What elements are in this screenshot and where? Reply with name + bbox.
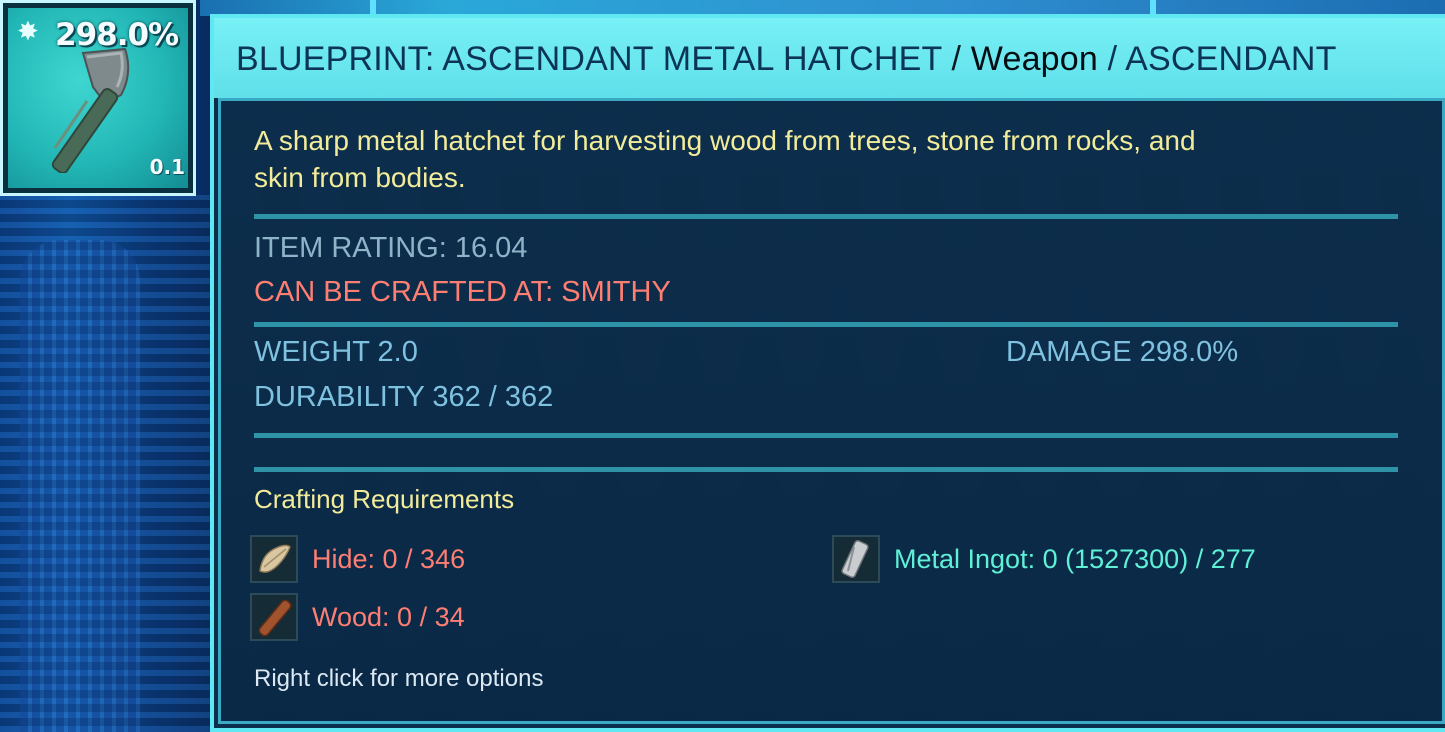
hide-requirement-text: Hide: 0 / 346 <box>312 543 466 574</box>
wood-requirement-text: Wood: 0 / 34 <box>312 601 465 632</box>
right-click-hint: Right click for more options <box>254 665 544 692</box>
item-type: Weapon <box>970 40 1099 78</box>
item-weight: 0.1 <box>149 155 185 179</box>
wood-icon <box>250 593 298 641</box>
metal-ingot-icon <box>832 535 880 583</box>
requirement-metal-ingot: Metal Ingot: 0 (1527300) / 277 <box>832 533 1256 585</box>
divider <box>254 214 1398 219</box>
item-damage-stat: DAMAGE 298.0% <box>1006 336 1239 368</box>
item-weight-stat: WEIGHT 2.0 <box>254 336 418 368</box>
requirement-wood: Wood: 0 / 34 <box>250 591 465 643</box>
divider <box>254 433 1398 438</box>
title-separator: / <box>1098 40 1126 78</box>
tooltip-header: BLUEPRINT: ASCENDANT METAL HATCHET / Wea… <box>214 18 1445 98</box>
tooltip-title: BLUEPRINT: ASCENDANT METAL HATCHET / Wea… <box>236 40 1337 79</box>
item-durability-stat: DURABILITY 362 / 362 <box>254 381 554 413</box>
divider <box>254 322 1398 327</box>
inventory-item-slot[interactable]: ✸ 298.0% 0.1 <box>0 0 196 196</box>
item-rating: ITEM RATING: 16.04 <box>254 232 528 264</box>
divider <box>254 467 1398 472</box>
crafting-requirements-title: Crafting Requirements <box>254 484 515 514</box>
background-pillar <box>20 240 140 732</box>
title-separator: / <box>941 40 971 78</box>
hide-icon <box>250 535 298 583</box>
metal-ingot-requirement-text: Metal Ingot: 0 (1527300) / 277 <box>894 543 1256 574</box>
item-description: A sharp metal hatchet for harvesting woo… <box>254 125 1196 193</box>
item-quality: ASCENDANT <box>1125 40 1337 78</box>
requirement-hide: Hide: 0 / 346 <box>250 533 465 585</box>
ascendant-star-icon: ✸ <box>17 17 39 47</box>
item-name: BLUEPRINT: ASCENDANT METAL HATCHET <box>236 40 942 78</box>
crafting-station: CAN BE CRAFTED AT: SMITHY <box>254 276 671 308</box>
metal-hatchet-icon <box>51 47 130 173</box>
